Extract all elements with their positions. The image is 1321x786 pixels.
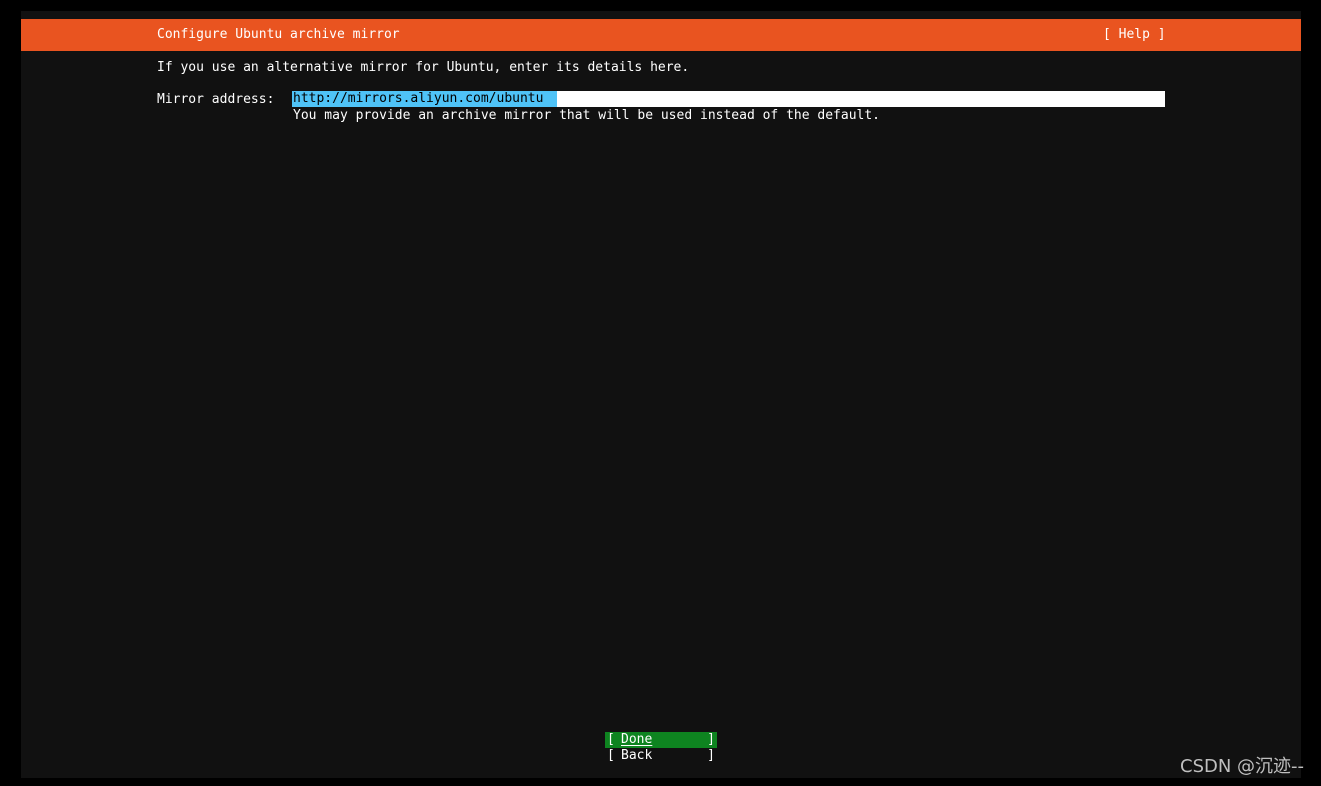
- installer-screen: Configure Ubuntu archive mirror [ Help ]…: [0, 0, 1321, 786]
- mirror-address-label: Mirror address:: [157, 92, 275, 107]
- back-bracket-open: [: [607, 748, 615, 763]
- mirror-address-help: You may provide an archive mirror that w…: [293, 108, 880, 123]
- mirror-address-input[interactable]: http://mirrors.aliyun.com/ubuntu: [292, 91, 1165, 107]
- back-label: Back: [621, 748, 653, 763]
- back-bracket-close: ]: [707, 748, 715, 763]
- done-bracket-close: ]: [707, 732, 715, 747]
- page-title: Configure Ubuntu archive mirror: [157, 27, 400, 42]
- title-bar: Configure Ubuntu archive mirror [ Help ]: [21, 19, 1301, 51]
- help-button[interactable]: [ Help ]: [1103, 27, 1166, 43]
- done-bracket-open: [: [607, 732, 615, 747]
- done-button[interactable]: [ Done ]: [605, 732, 717, 748]
- watermark-text: CSDN @沉迹--: [1180, 756, 1305, 777]
- intro-text: If you use an alternative mirror for Ubu…: [157, 60, 690, 75]
- mirror-address-value: http://mirrors.aliyun.com/ubuntu: [292, 91, 558, 107]
- terminal-window: [21, 11, 1301, 778]
- back-button[interactable]: [ Back ]: [605, 748, 717, 764]
- done-label: Done: [621, 732, 653, 747]
